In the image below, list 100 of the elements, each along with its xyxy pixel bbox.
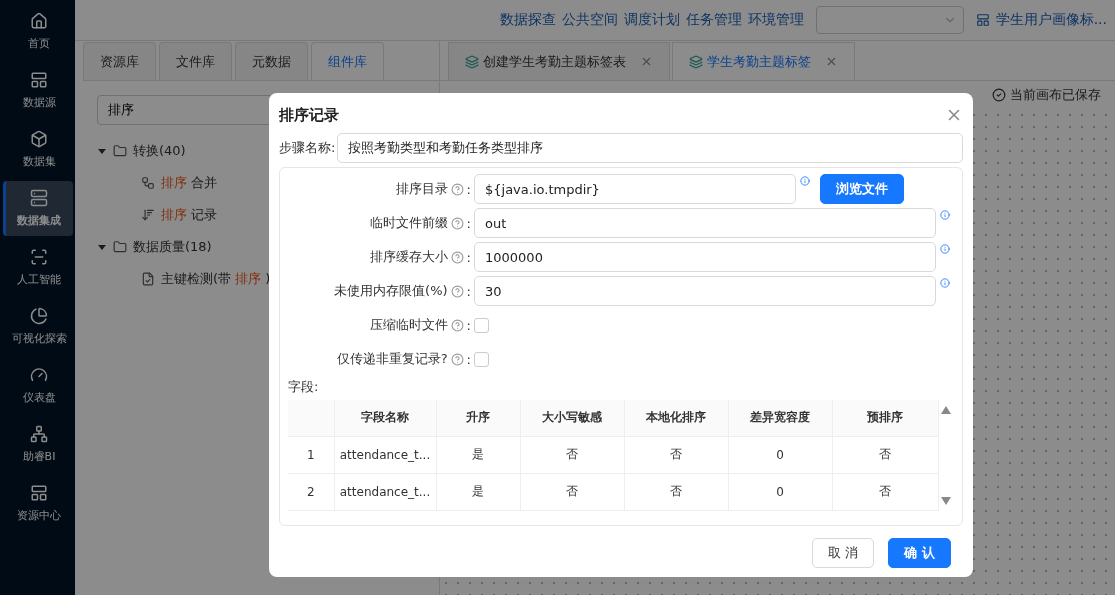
table-cell: attendance_t... bbox=[334, 473, 436, 510]
folder-icon bbox=[113, 144, 127, 158]
caret-down-icon[interactable] bbox=[97, 146, 107, 156]
check-circle-icon bbox=[992, 88, 1006, 102]
field-label: 仅传递非重复记录? bbox=[336, 350, 448, 368]
table-cell: 1 bbox=[288, 436, 334, 473]
step-name-field[interactable]: 按照考勤类型和考勤任务类型排序 bbox=[337, 133, 963, 163]
column-header: 差异宽容度 bbox=[728, 400, 832, 436]
field-label: 排序缓存大小 bbox=[369, 248, 448, 266]
panel-tab[interactable]: 元数据 bbox=[235, 42, 308, 80]
scan-icon bbox=[30, 248, 48, 266]
column-header: 本地化排序 bbox=[624, 400, 728, 436]
sidebar-item[interactable]: 资源中心 bbox=[2, 476, 73, 531]
nav-link[interactable]: 环境管理 bbox=[747, 11, 804, 29]
label-colon: : bbox=[466, 249, 471, 265]
label-colon: : bbox=[466, 181, 471, 197]
panel-tab[interactable]: 组件库 bbox=[311, 42, 384, 80]
help-icon bbox=[450, 250, 464, 264]
close-icon[interactable] bbox=[640, 55, 653, 68]
label-colon: : bbox=[466, 317, 471, 333]
folder-icon bbox=[113, 240, 127, 254]
editor-tab[interactable]: 学生考勤主题标签 bbox=[672, 42, 855, 80]
table-cell: 否 bbox=[624, 473, 728, 510]
table-cell: 2 bbox=[288, 473, 334, 510]
sidebar-item[interactable]: 数据集成 bbox=[2, 181, 73, 236]
help-icon bbox=[450, 352, 464, 366]
network-icon bbox=[30, 425, 48, 443]
nav-link[interactable]: 任务管理 bbox=[685, 11, 742, 29]
sidebar-item[interactable]: 仪表盘 bbox=[2, 358, 73, 413]
nav-link[interactable]: 调度计划 bbox=[623, 11, 680, 29]
field-label: 排序目录 bbox=[395, 180, 448, 198]
text-field[interactable]: out bbox=[474, 208, 936, 238]
help-icon bbox=[450, 182, 464, 196]
list-icon bbox=[30, 484, 48, 502]
checkbox[interactable] bbox=[474, 317, 489, 333]
text-field[interactable]: 30 bbox=[474, 276, 936, 306]
scroll-up-icon[interactable] bbox=[941, 406, 952, 414]
panel-tab[interactable]: 资源库 bbox=[83, 42, 156, 80]
field-label: 压缩临时文件 bbox=[369, 316, 448, 334]
column-header: 预排序 bbox=[832, 400, 938, 436]
table-cell: 否 bbox=[520, 436, 624, 473]
cube-icon bbox=[30, 130, 48, 148]
info-icon bbox=[940, 244, 950, 254]
tree-group-label[interactable]: 数据质量(18) bbox=[133, 238, 212, 256]
info-icon bbox=[940, 210, 950, 220]
table-cell: 0 bbox=[728, 473, 832, 510]
tree-item[interactable]: 排序 合并 bbox=[161, 174, 218, 192]
table-cell: 否 bbox=[832, 473, 938, 510]
tree-item[interactable]: 排序 记录 bbox=[161, 206, 218, 224]
sidebar-item[interactable]: 首页 bbox=[2, 4, 73, 59]
table-cell: 否 bbox=[624, 436, 728, 473]
tree-group-label[interactable]: 转换(40) bbox=[133, 142, 186, 160]
field-label: 步骤名称: bbox=[279, 139, 336, 157]
dialog-title: 排序记录 bbox=[279, 105, 339, 125]
column-header: 大小写敏感 bbox=[520, 400, 624, 436]
table-cell: 是 bbox=[436, 436, 520, 473]
nav-link[interactable]: 公共空间 bbox=[561, 11, 618, 29]
field-label: 未使用内存限值(%) bbox=[334, 282, 448, 300]
label-colon: : bbox=[466, 215, 471, 231]
help-icon bbox=[450, 318, 464, 332]
column-header: 字段名称 bbox=[334, 400, 436, 436]
section-label: 字段: bbox=[288, 378, 320, 396]
browse-button[interactable]: 浏览文件 bbox=[820, 174, 904, 204]
nav-link[interactable]: 数据探查 bbox=[499, 11, 556, 29]
save-status: 当前画布已保存 bbox=[1010, 86, 1101, 104]
table-cell: 否 bbox=[520, 473, 624, 510]
text-field[interactable]: ${java.io.tmpdir} bbox=[474, 174, 796, 204]
help-icon bbox=[450, 216, 464, 230]
layers-icon bbox=[465, 54, 479, 69]
scroll-down-icon[interactable] bbox=[941, 496, 952, 505]
sidebar-item[interactable]: 数据源 bbox=[2, 63, 73, 118]
cancel-button[interactable]: 取 消 bbox=[812, 537, 875, 568]
info-icon bbox=[800, 176, 810, 186]
panel-tab[interactable]: 文件库 bbox=[159, 42, 232, 80]
gauge-icon bbox=[30, 366, 48, 384]
sidebar-item[interactable]: 助睿BI bbox=[2, 417, 73, 472]
sidebar-item[interactable]: 可视化探索 bbox=[2, 299, 73, 354]
label-colon: : bbox=[466, 283, 471, 299]
help-icon bbox=[450, 284, 464, 298]
table-cell: 0 bbox=[728, 436, 832, 473]
info-icon bbox=[940, 278, 950, 288]
confirm-button[interactable]: 确 认 bbox=[888, 537, 951, 568]
caret-down-icon[interactable] bbox=[97, 242, 107, 252]
home-icon bbox=[30, 12, 48, 30]
list-icon bbox=[30, 71, 48, 89]
checkbox[interactable] bbox=[474, 351, 489, 367]
field-label: 临时文件前缀 bbox=[369, 214, 448, 232]
sidebar-item[interactable]: 数据集 bbox=[2, 122, 73, 177]
label-colon: : bbox=[466, 351, 471, 367]
sidebar-item[interactable]: 人工智能 bbox=[2, 240, 73, 295]
project-link[interactable]: 学生用户画像标... bbox=[995, 11, 1107, 29]
panel-icon bbox=[975, 13, 990, 27]
text-field[interactable]: 1000000 bbox=[474, 242, 936, 272]
editor-tab[interactable]: 创建学生考勤主题标签表 bbox=[448, 42, 670, 80]
pie-chart-icon bbox=[30, 307, 48, 325]
close-icon[interactable] bbox=[825, 55, 838, 68]
sort-icon bbox=[141, 208, 155, 222]
column-header: 升序 bbox=[436, 400, 520, 436]
server-icon bbox=[30, 189, 48, 207]
tree-item[interactable]: 主键检测(带 排序 ) bbox=[161, 270, 271, 288]
